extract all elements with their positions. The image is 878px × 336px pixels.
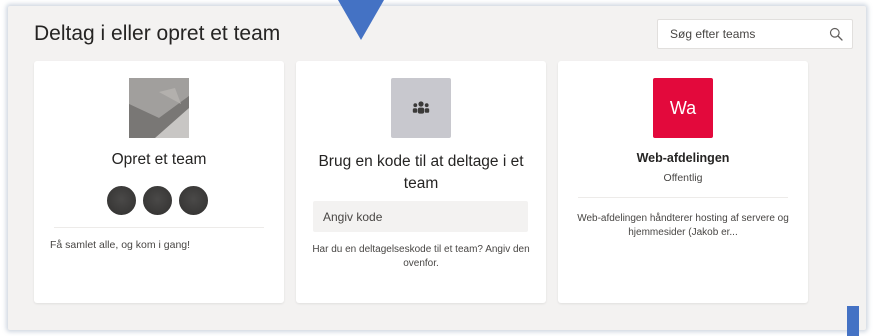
- join-code-help-text: Har du en deltagelseskode til et team? A…: [312, 244, 530, 269]
- team-visibility: Offentlig: [663, 172, 703, 184]
- create-team-description: Få samlet alle, og kom i gang!: [50, 239, 191, 251]
- avatar: [141, 184, 174, 217]
- card-divider: [578, 197, 788, 198]
- search-input[interactable]: [658, 20, 818, 48]
- people-icon-tile: [391, 78, 451, 138]
- join-with-code-card: Brug en kode til at deltage i et team Ha…: [296, 61, 546, 303]
- create-team-title: Opret et team: [111, 151, 207, 168]
- search-box[interactable]: [657, 19, 853, 49]
- team-code-input[interactable]: [313, 201, 528, 232]
- search-icon[interactable]: [829, 27, 843, 41]
- avatar: [177, 184, 210, 217]
- annotation-arrow: [338, 0, 384, 40]
- team-description: Web-afdelingen håndterer hosting af serv…: [577, 213, 789, 238]
- join-with-code-title: Brug en kode til at deltage i et team: [318, 153, 524, 192]
- people-icon: [412, 101, 430, 114]
- team-avatar-tile: Wa: [653, 78, 713, 138]
- card-divider: [54, 227, 264, 228]
- create-team-card[interactable]: Opret et team Få samlet alle, og kom i g…: [34, 61, 284, 303]
- avatar: [105, 184, 138, 217]
- team-card-web-afdelingen[interactable]: Wa Web-afdelingen Offentlig Web-afdeling…: [558, 61, 808, 303]
- team-name: Web-afdelingen: [636, 151, 730, 165]
- member-avatars: [105, 184, 215, 217]
- page-title: Deltag i eller opret et team: [34, 22, 281, 45]
- team-placeholder-image: [129, 78, 189, 138]
- annotation-bar: [847, 306, 859, 336]
